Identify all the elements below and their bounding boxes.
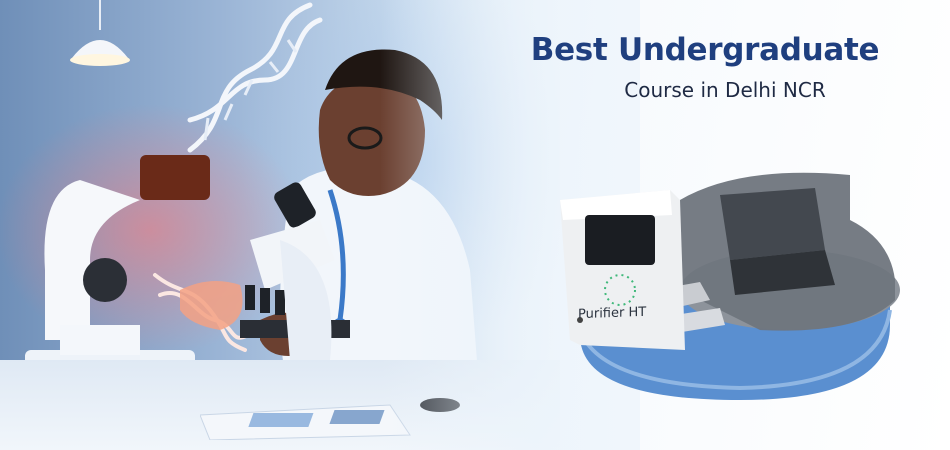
headline-title: Best Undergraduate — [530, 32, 880, 68]
course-banner: Best Undergraduate Course in Delhi NCR P… — [0, 0, 950, 450]
instrument-brand-label: Purifier HT — [578, 304, 647, 323]
headline-subtitle: Course in Delhi NCR — [624, 78, 826, 102]
headline-block: Best Undergraduate Course in Delhi NCR — [470, 30, 940, 104]
ceiling-lamp-icon — [70, 0, 130, 66]
purifier-instrument-image — [560, 172, 900, 400]
